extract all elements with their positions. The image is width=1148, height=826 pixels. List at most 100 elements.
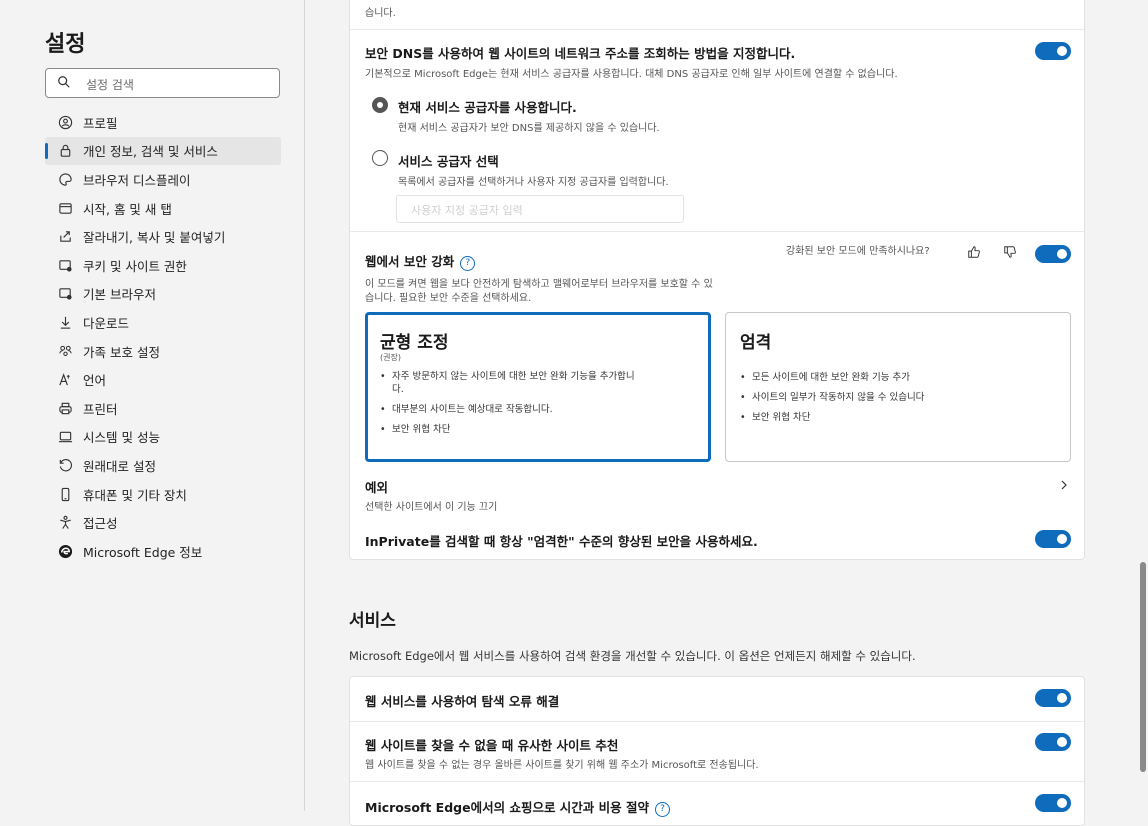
- dns-choose-provider-radio[interactable]: [372, 150, 388, 166]
- appearance-icon: [57, 171, 73, 187]
- bullet-text: 보안 위협 차단: [752, 412, 811, 423]
- cookie-permissions-icon: [57, 257, 73, 273]
- strict-mode-card[interactable]: 엄격 모든 사이트에 대한 보안 완화 기능 추가 사이트의 일부가 작동하지 …: [725, 312, 1071, 462]
- list-item: 보안 위협 차단: [378, 423, 703, 436]
- inprivate-strict-toggle[interactable]: [1035, 530, 1071, 548]
- custom-dns-placeholder: 사용자 지정 공급자 입력: [411, 204, 523, 217]
- lock-icon: [57, 143, 73, 159]
- sidebar-item-appearance[interactable]: 브라우저 디스플레이: [45, 165, 281, 194]
- recommended-label: (권장): [380, 353, 401, 362]
- printer-icon: [57, 400, 73, 416]
- nav-error-title: 웹 서비스를 사용하여 탐색 오류 해결: [365, 694, 560, 709]
- default-browser-icon: [57, 286, 73, 302]
- sidebar-item-label: 원래대로 설정: [83, 458, 156, 474]
- edge-logo-icon: [57, 543, 73, 559]
- help-icon[interactable]: ?: [655, 802, 670, 817]
- chevron-right-icon: [1061, 480, 1067, 490]
- sidebar-item-label: 휴대폰 및 기타 장치: [83, 487, 187, 503]
- sidebar-item-label: 가족 보호 설정: [83, 344, 160, 360]
- sidebar-item-label: 브라우저 디스플레이: [83, 172, 191, 188]
- enhanced-security-title-text: 웹에서 보안 강화: [365, 254, 455, 269]
- similar-sites-toggle[interactable]: [1035, 733, 1071, 751]
- sidebar-item-label: 쿠키 및 사이트 권한: [83, 258, 187, 274]
- sidebar-item-reset[interactable]: 원래대로 설정: [45, 451, 281, 480]
- balanced-mode-card[interactable]: 균형 조정 (권장) 자주 방문하지 않는 사이트에 대한 보안 완화 기능을 …: [365, 312, 711, 462]
- help-icon[interactable]: ?: [460, 256, 476, 271]
- shopping-title-text: Microsoft Edge에서의 쇼핑으로 시간과 비용 절약: [365, 800, 649, 815]
- secure-dns-toggle[interactable]: [1035, 42, 1071, 60]
- dns-current-provider-radio[interactable]: [372, 97, 388, 113]
- enhanced-security-desc-2: 습니다. 필요한 보안 수준을 선택하세요.: [365, 293, 532, 304]
- sidebar-item-label: 접근성: [83, 516, 118, 532]
- list-item: 자주 방문하지 않는 사이트에 대한 보안 완화 기능을 추가합니다.: [378, 370, 703, 396]
- sidebar-item-phone[interactable]: 휴대폰 및 기타 장치: [45, 480, 281, 509]
- sidebar-item-accessibility[interactable]: 접근성: [45, 508, 281, 537]
- sidebar-item-about[interactable]: Microsoft Edge 정보: [45, 537, 281, 566]
- sidebar-item-label: 프린터: [83, 401, 118, 417]
- secure-dns-title: 보안 DNS를 사용하여 웹 사이트의 네트워크 주소를 조회하는 방법을 지정…: [365, 46, 796, 61]
- search-icon: [58, 76, 70, 88]
- phone-icon: [57, 486, 73, 502]
- enhanced-security-title: 웹에서 보안 강화?: [365, 251, 476, 271]
- list-item: 모든 사이트에 대한 보안 완화 기능 추가: [738, 371, 1058, 384]
- sidebar-item-system[interactable]: 시스템 및 성능: [45, 423, 281, 452]
- search-placeholder: 설정 검색: [86, 78, 134, 92]
- services-description: Microsoft Edge에서 웹 서비스를 사용하여 검색 환경을 개선할 …: [349, 649, 916, 663]
- settings-title: 설정: [45, 32, 86, 57]
- sidebar-item-start[interactable]: 시작, 홈 및 새 탭: [45, 194, 281, 223]
- enhanced-security-desc-1: 이 모드를 켜면 웹을 보다 안전하게 탐색하고 맬웨어로부터 브라우저를 보호…: [365, 279, 713, 290]
- exceptions-title: 예외: [365, 480, 389, 495]
- accessibility-icon: [57, 515, 73, 531]
- bullet-text: 대부분의 사이트는 예상대로 작동합니다.: [392, 404, 553, 415]
- thumbs-up-icon[interactable]: [967, 245, 981, 259]
- list-item: 사이트의 일부가 작동하지 않을 수 있습니다: [738, 391, 1058, 404]
- balanced-bullets: 자주 방문하지 않는 사이트에 대한 보안 완화 기능을 추가합니다. 대부분의…: [378, 370, 703, 443]
- divider: [350, 721, 1084, 722]
- nav-error-toggle[interactable]: [1035, 689, 1071, 707]
- dns-option1-subtitle: 현재 서비스 공급자가 보안 DNS를 제공하지 않을 수 있습니다.: [398, 123, 660, 134]
- sidebar-item-profile[interactable]: 프로필: [45, 108, 281, 137]
- sidebar-item-share[interactable]: 잘라내기, 복사 및 붙여넣기: [45, 222, 281, 251]
- shopping-title: Microsoft Edge에서의 쇼핑으로 시간과 비용 절약?: [365, 797, 670, 817]
- sidebar-item-privacy[interactable]: 개인 정보, 검색 및 서비스: [45, 136, 281, 166]
- secure-dns-subtitle: 기본적으로 Microsoft Edge는 현재 서비스 공급자를 사용합니다.…: [365, 69, 898, 80]
- shopping-toggle[interactable]: [1035, 794, 1071, 812]
- start-page-icon: [57, 200, 73, 216]
- security-card: 습니다. 보안 DNS를 사용하여 웹 사이트의 네트워크 주소를 조회하는 방…: [349, 0, 1085, 560]
- sidebar-item-label: 언어: [83, 373, 107, 389]
- download-icon: [57, 314, 73, 330]
- sidebar-item-family[interactable]: 가족 보호 설정: [45, 337, 281, 366]
- bullet-text: 자주 방문하지 않는 사이트에 대한 보안 완화 기능을 추가합니: [392, 371, 635, 382]
- dns-option2-title: 서비스 공급자 선택: [398, 154, 499, 169]
- sidebar-item-downloads[interactable]: 다운로드: [45, 308, 281, 337]
- feedback-question: 강화된 보안 모드에 만족하시나요?: [786, 246, 930, 257]
- sidebar-item-label: 시스템 및 성능: [83, 430, 160, 446]
- scrollbar-thumb[interactable]: [1140, 562, 1146, 772]
- divider: [350, 29, 1084, 30]
- family-icon: [57, 343, 73, 359]
- similar-sites-title: 웹 사이트를 찾을 수 없을 때 유사한 사이트 추천: [365, 738, 619, 753]
- sidebar-item-default-browser[interactable]: 기본 브라우저: [45, 280, 281, 309]
- divider: [350, 781, 1084, 782]
- divider: [350, 231, 1084, 232]
- language-icon: [57, 372, 73, 388]
- services-heading: 서비스: [349, 611, 396, 631]
- custom-dns-input[interactable]: 사용자 지정 공급자 입력: [396, 195, 684, 223]
- sidebar-item-language[interactable]: 언어: [45, 365, 281, 394]
- system-icon: [57, 429, 73, 445]
- list-item: 대부분의 사이트는 예상대로 작동합니다.: [378, 403, 703, 416]
- inprivate-strict-title: InPrivate를 검색할 때 항상 "엄격한" 수준의 향상된 보안을 사용…: [365, 534, 758, 549]
- sidebar-item-printers[interactable]: 프린터: [45, 394, 281, 423]
- exceptions-row[interactable]: 예외 선택한 사이트에서 이 기능 끄기: [350, 471, 1084, 513]
- enhanced-security-toggle[interactable]: [1035, 245, 1071, 263]
- thumbs-down-icon[interactable]: [1003, 245, 1017, 259]
- sidebar-item-cookies[interactable]: 쿠키 및 사이트 권한: [45, 251, 281, 280]
- bullet-text: 모든 사이트에 대한 보안 완화 기능 추가: [752, 372, 910, 383]
- dns-option1-title: 현재 서비스 공급자를 사용합니다.: [398, 100, 577, 115]
- dns-option2-subtitle: 목록에서 공급자를 선택하거나 사용자 지정 공급자를 입력합니다.: [398, 177, 669, 188]
- sidebar-item-label: 개인 정보, 검색 및 서비스: [83, 144, 218, 160]
- sidebar-item-label: 잘라내기, 복사 및 붙여넣기: [83, 230, 226, 246]
- settings-nav: 프로필 개인 정보, 검색 및 서비스 브라우저 디스플레이 시작, 홈 및 새…: [45, 108, 281, 566]
- settings-search-input[interactable]: 설정 검색: [45, 68, 280, 98]
- similar-sites-subtitle: 웹 사이트를 찾을 수 없는 경우 올바른 사이트를 찾기 위해 웹 주소가 M…: [365, 760, 759, 771]
